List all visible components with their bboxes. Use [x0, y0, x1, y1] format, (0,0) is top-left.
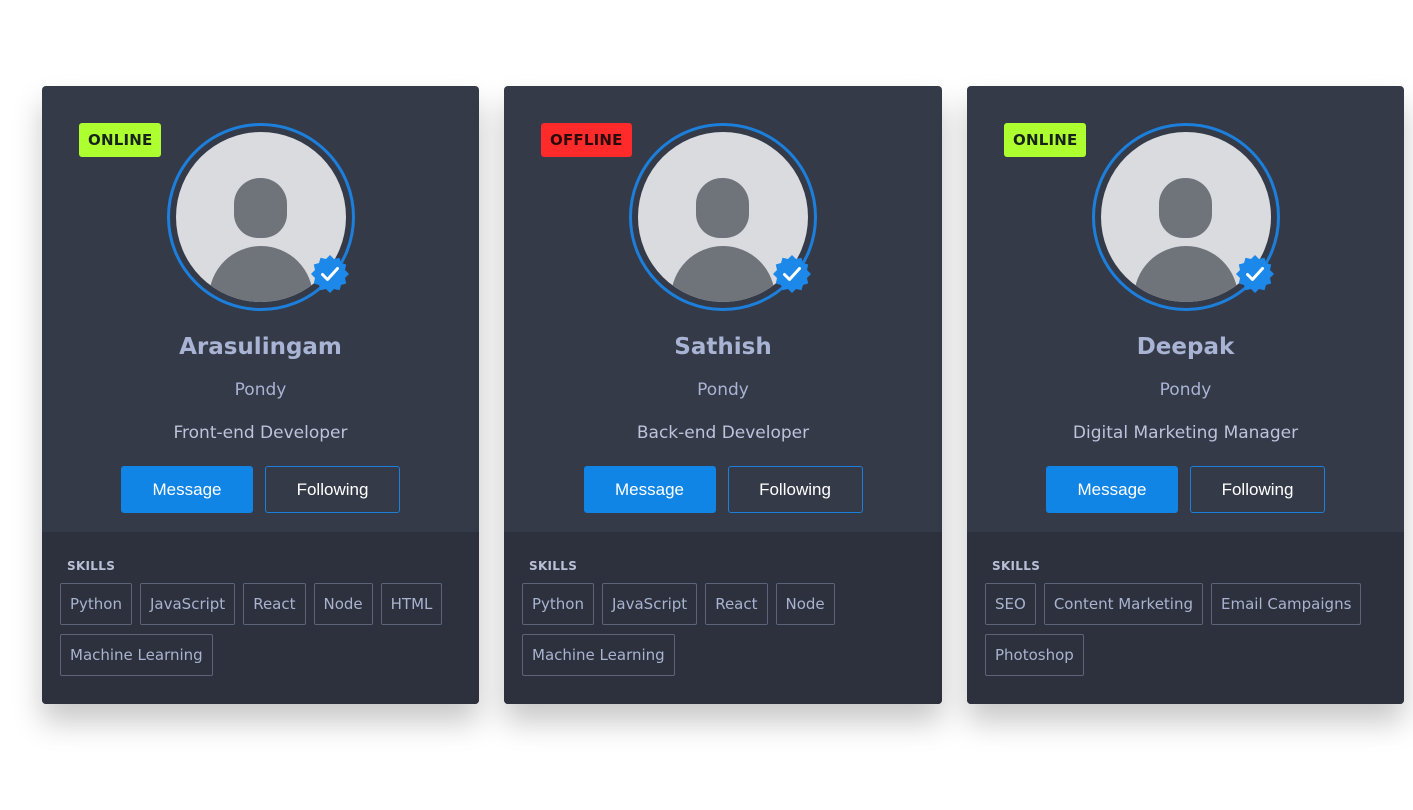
avatar	[629, 123, 817, 311]
profile-name: Sathish	[674, 334, 772, 360]
skill-tag: Python	[60, 583, 132, 625]
profile-name: Arasulingam	[179, 334, 342, 360]
skills-list: Python JavaScript React Node HTML Machin…	[60, 583, 461, 676]
skill-tag: React	[705, 583, 768, 625]
verified-badge-icon	[773, 255, 811, 293]
profile-location: Pondy	[697, 380, 749, 400]
profile-actions: Message Following	[42, 466, 479, 513]
status-badge: OFFLINE	[541, 123, 632, 157]
profile-role: Front-end Developer	[173, 423, 348, 443]
message-button[interactable]: Message	[583, 466, 716, 513]
skill-tag: Email Campaigns	[1211, 583, 1362, 625]
skill-tag: Node	[313, 583, 373, 625]
profile-actions: Message Following	[504, 466, 942, 513]
status-badge: ONLINE	[79, 123, 162, 157]
skills-list: Python JavaScript React Node Machine Lea…	[522, 583, 924, 676]
status-badge: ONLINE	[1004, 123, 1087, 157]
profile-card: OFFLINE Sathish Pondy Back-end Developer…	[504, 86, 942, 704]
verified-badge-icon	[310, 255, 349, 293]
skill-tag: Machine Learning	[60, 634, 213, 676]
skill-tag: SEO	[985, 583, 1036, 625]
skills-title: SKILLS	[992, 559, 1041, 573]
skill-tag: Node	[775, 583, 835, 625]
skills-list: SEO Content Marketing Email Campaigns Ph…	[985, 583, 1386, 676]
profile-role: Digital Marketing Manager	[1072, 423, 1299, 443]
avatar	[166, 123, 355, 311]
skills-section: SKILLS SEO Content Marketing Email Campa…	[967, 532, 1404, 704]
profile-location: Pondy	[1159, 380, 1212, 400]
skill-tag: Machine Learning	[522, 634, 675, 676]
avatar	[1091, 123, 1280, 311]
profile-location: Pondy	[234, 380, 287, 400]
skill-tag: Photoshop	[985, 634, 1084, 676]
skills-title: SKILLS	[529, 559, 578, 573]
message-button[interactable]: Message	[121, 466, 253, 513]
profile-actions: Message Following	[967, 466, 1404, 513]
profile-role: Back-end Developer	[636, 423, 810, 443]
skill-tag: HTML	[380, 583, 443, 625]
following-button[interactable]: Following	[265, 466, 400, 513]
following-button[interactable]: Following	[727, 466, 863, 513]
skills-section: SKILLS Python JavaScript React Node Mach…	[504, 532, 942, 704]
profile-cards: ONLINE Arasulingam Pondy Front-end Devel…	[0, 0, 1413, 810]
skill-tag: JavaScript	[602, 583, 698, 625]
skill-tag: Python	[522, 583, 594, 625]
verified-badge-icon	[1235, 255, 1274, 293]
profile-name: Deepak	[1136, 334, 1235, 360]
skill-tag: JavaScript	[140, 583, 236, 625]
skills-section: SKILLS Python JavaScript React Node HTML…	[42, 532, 479, 704]
message-button[interactable]: Message	[1046, 466, 1178, 513]
skills-title: SKILLS	[67, 559, 116, 573]
profile-card: ONLINE Deepak Pondy Digital Marketing Ma…	[967, 86, 1404, 704]
profile-card: ONLINE Arasulingam Pondy Front-end Devel…	[42, 86, 479, 704]
skill-tag: Content Marketing	[1043, 583, 1203, 625]
skill-tag: React	[243, 583, 306, 625]
following-button[interactable]: Following	[1190, 466, 1325, 513]
